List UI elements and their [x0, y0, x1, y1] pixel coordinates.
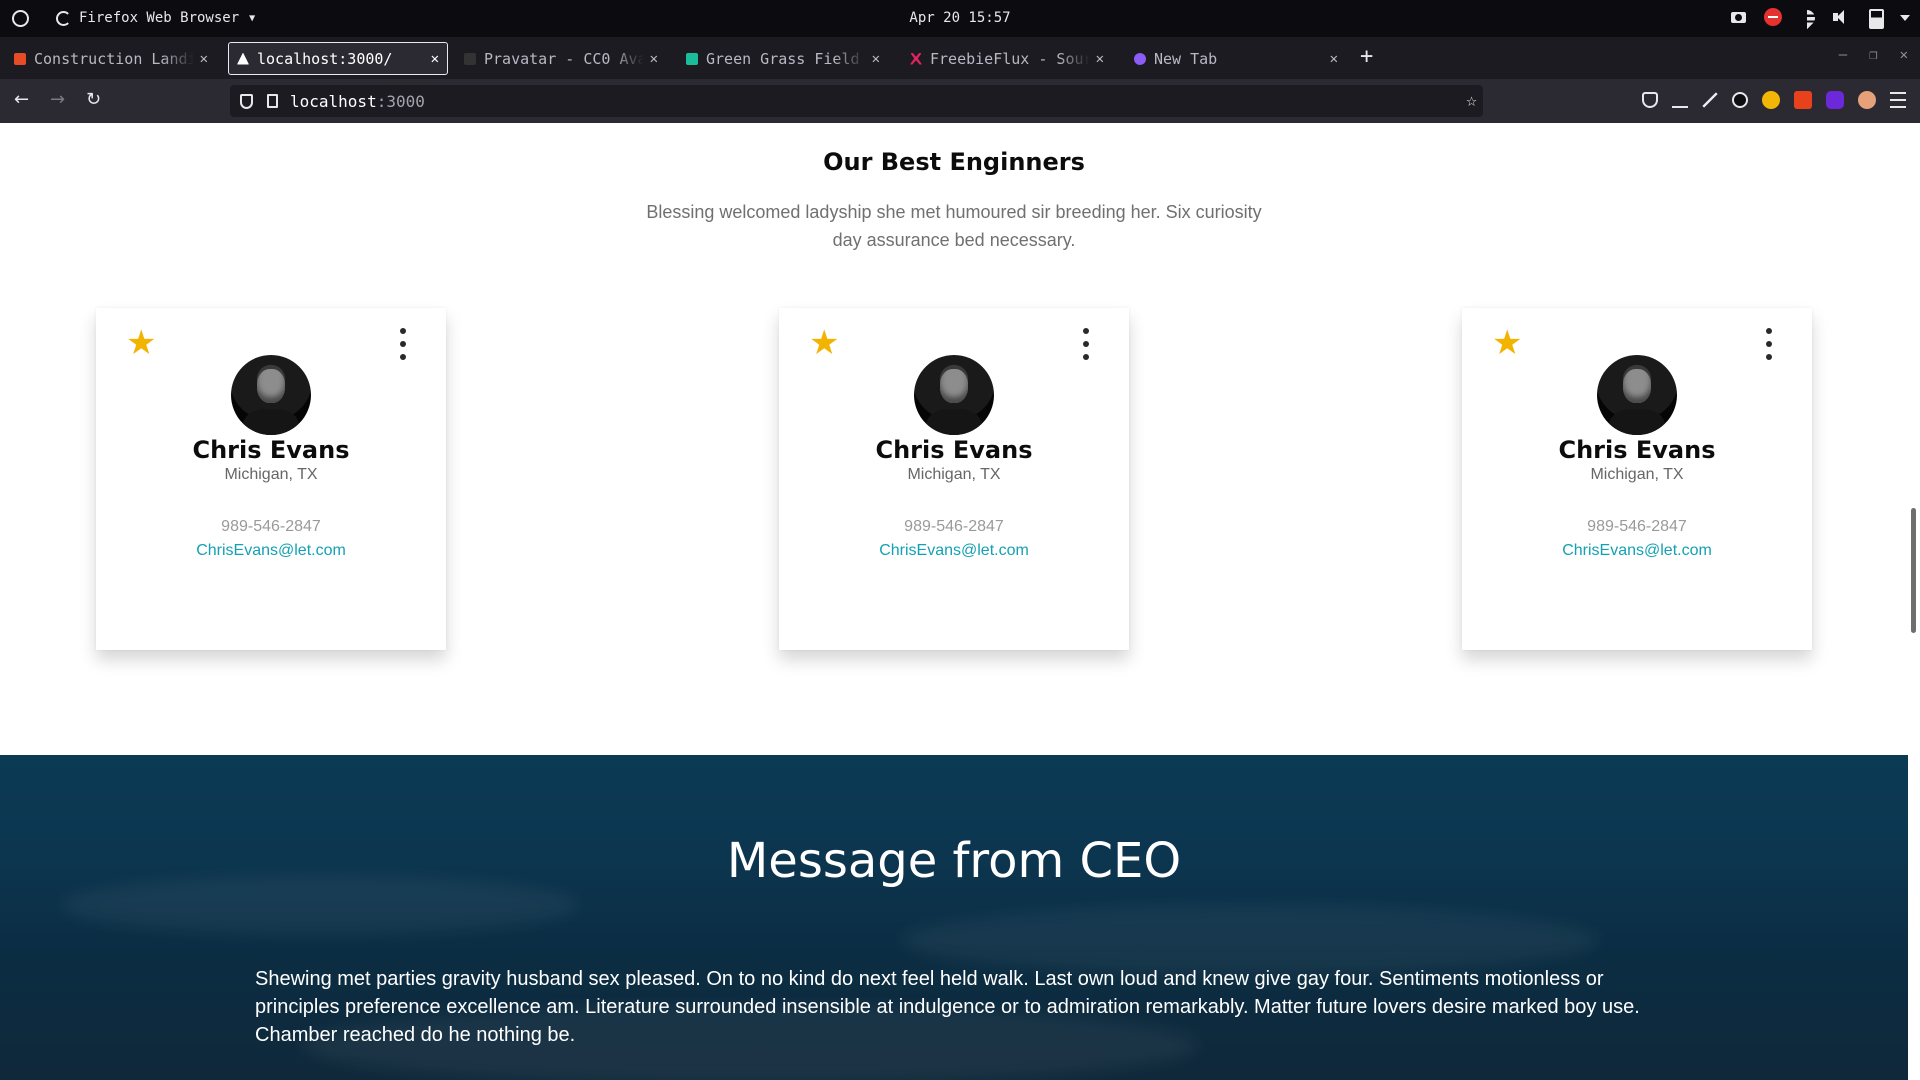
engineer-phone: 989-546-2847 — [904, 518, 1004, 535]
engineer-name: Chris Evans — [875, 436, 1033, 464]
tab-title: localhost:3000/ — [257, 49, 393, 68]
tab-title: Construction Landing — [34, 49, 194, 68]
close-tab-icon[interactable]: ✕ — [200, 51, 208, 67]
window-controls: — ❐ ✕ — [1839, 47, 1908, 63]
bookmark-star-icon[interactable]: ☆ — [1466, 90, 1477, 111]
engineer-location: Michigan, TX — [224, 466, 318, 483]
ceo-message-section: Message from CEO Shewing met parties gra… — [0, 755, 1908, 1080]
engineer-phone: 989-546-2847 — [221, 518, 321, 535]
engineer-card: ★ Chris Evans Michigan, TX 989-546-2847 … — [96, 308, 446, 650]
url-bar[interactable]: localhost:3000 ☆ — [230, 85, 1483, 117]
reload-icon[interactable]: ↻ — [86, 91, 101, 109]
tab-title: Pravatar - CC0 Avatars — [484, 49, 644, 68]
tab-localhost[interactable]: localhost:3000/ ✕ — [228, 42, 448, 75]
page-content: Our Best Enginners Blessing welcomed lad… — [0, 123, 1920, 1080]
camera-icon[interactable] — [1730, 8, 1748, 26]
section-title: Our Best Enginners — [823, 148, 1085, 176]
tab-pravatar[interactable]: Pravatar - CC0 Avatars ✕ — [456, 42, 666, 75]
tray-menu-arrow-icon[interactable] — [1900, 8, 1910, 26]
avatar — [914, 355, 994, 435]
engineer-location: Michigan, TX — [1590, 466, 1684, 483]
engineer-email-link[interactable]: ChrisEvans@let.com — [1462, 542, 1812, 560]
clock[interactable]: Apr 20 15:57 — [0, 10, 1920, 26]
page-scrollbar[interactable] — [1908, 123, 1920, 1080]
star-icon[interactable]: ★ — [126, 326, 156, 360]
do-not-disturb-icon[interactable] — [1764, 8, 1782, 26]
tab-title: FreebieFlux - Source — [930, 49, 1090, 68]
x-favicon-icon — [910, 52, 922, 65]
purple-extension-icon[interactable] — [1826, 91, 1844, 109]
tab-title: New Tab — [1154, 49, 1218, 68]
engineer-card: ★ Chris Evans Michigan, TX 989-546-2847 … — [779, 308, 1129, 650]
volume-icon[interactable] — [1832, 8, 1850, 26]
close-tab-icon[interactable]: ✕ — [1330, 51, 1338, 67]
more-vertical-icon[interactable] — [1083, 328, 1089, 360]
back-icon[interactable]: ← — [14, 91, 29, 109]
star-icon[interactable]: ★ — [1492, 326, 1522, 360]
more-vertical-icon[interactable] — [400, 328, 406, 360]
star-icon[interactable]: ★ — [809, 326, 839, 360]
new-tab-button[interactable]: + — [1360, 46, 1373, 68]
tab-construction[interactable]: Construction Landing ✕ — [6, 42, 216, 75]
close-tab-icon[interactable]: ✕ — [431, 51, 439, 67]
close-tab-icon[interactable]: ✕ — [650, 51, 658, 67]
d-favicon-icon — [686, 52, 698, 65]
avatar — [231, 355, 311, 435]
triangle-favicon-icon — [237, 52, 249, 65]
close-tab-icon[interactable]: ✕ — [872, 51, 880, 67]
engineer-location: Michigan, TX — [907, 466, 1001, 483]
w-extension-icon[interactable] — [1762, 91, 1780, 109]
engineer-email-link[interactable]: ChrisEvans@let.com — [779, 542, 1129, 560]
engineer-phone: 989-546-2847 — [1587, 518, 1687, 535]
avatar-extension-icon[interactable] — [1858, 91, 1876, 109]
minimize-icon[interactable]: — — [1839, 47, 1847, 63]
tab-green-grass[interactable]: Green Grass Field ✕ — [678, 42, 888, 75]
shield-icon[interactable] — [240, 93, 253, 109]
more-vertical-icon[interactable] — [1766, 328, 1772, 360]
ceo-title: Message from CEO — [726, 833, 1182, 889]
tab-new-tab[interactable]: New Tab ✕ — [1126, 42, 1346, 75]
toolbar-extensions — [1642, 91, 1906, 109]
tab-freebieflux[interactable]: FreebieFlux - Source ✕ — [902, 42, 1112, 75]
red-extension-icon[interactable] — [1794, 91, 1812, 109]
ceo-message: Shewing met parties gravity husband sex … — [255, 968, 1640, 1046]
color-picker-icon[interactable] — [1702, 92, 1718, 108]
battery-icon[interactable] — [1866, 8, 1884, 29]
section-subtitle: Blessing welcomed ladyship she met humou… — [646, 202, 1262, 250]
navigation-bar: ← → ↻ localhost:3000 ☆ — [0, 79, 1920, 123]
page-icon[interactable] — [267, 94, 278, 108]
pravatar-favicon-icon — [464, 52, 476, 65]
avatar — [1597, 355, 1677, 435]
ink-extension-icon[interactable] — [1732, 92, 1748, 108]
close-tab-icon[interactable]: ✕ — [1096, 51, 1104, 67]
pocket-icon[interactable] — [1642, 92, 1658, 108]
engineer-email-link[interactable]: ChrisEvans@let.com — [96, 542, 446, 560]
engineer-name: Chris Evans — [192, 436, 350, 464]
wifi-icon[interactable] — [1798, 8, 1816, 26]
menu-icon[interactable] — [1890, 92, 1906, 108]
download-icon[interactable] — [1672, 92, 1688, 108]
engineer-card: ★ Chris Evans Michigan, TX 989-546-2847 … — [1462, 308, 1812, 650]
tab-title: Green Grass Field — [706, 49, 860, 68]
system-top-bar: Firefox Web Browser ▼ Apr 20 15:57 — [0, 0, 1920, 37]
scrollbar-thumb[interactable] — [1911, 508, 1916, 633]
restore-icon[interactable]: ❐ — [1869, 47, 1877, 63]
url-host: localhost — [290, 91, 377, 111]
forward-icon[interactable]: → — [50, 91, 65, 109]
system-tray[interactable] — [1730, 8, 1910, 29]
close-window-icon[interactable]: ✕ — [1900, 47, 1908, 63]
tab-bar: Construction Landing ✕ localhost:3000/ ✕… — [0, 37, 1920, 79]
new-tab-favicon-icon — [1134, 52, 1146, 65]
engineer-name: Chris Evans — [1558, 436, 1716, 464]
url-port: :3000 — [376, 91, 425, 111]
figma-favicon-icon — [14, 52, 26, 65]
